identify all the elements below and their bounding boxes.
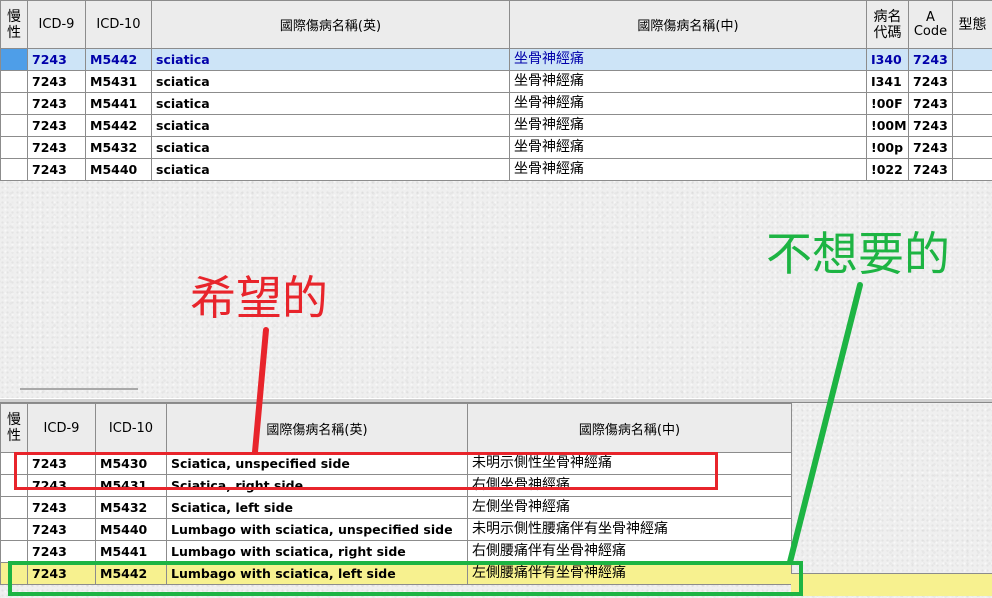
disease-code-cell[interactable]: I341 (866, 70, 909, 93)
row-chronic-cell[interactable] (0, 496, 28, 519)
name-en-cell[interactable]: Lumbago with sciatica, unspecified side (166, 518, 468, 541)
disease-code-cell[interactable]: !022 (866, 158, 909, 181)
col-header-icd10[interactable]: ICD-10 (85, 0, 152, 49)
name-zh-cell[interactable]: 坐骨神經痛 (509, 114, 867, 137)
name-zh-cell[interactable]: 坐骨神經痛 (509, 158, 867, 181)
type-cell[interactable] (952, 70, 992, 93)
table-row[interactable]: 7243 M5442 sciatica 坐骨神經痛 I340 7243 (0, 48, 992, 71)
a-code-cell[interactable]: 7243 (908, 114, 953, 137)
icd9-cell[interactable]: 7243 (27, 92, 86, 115)
table-row[interactable]: 7243 M5432 sciatica 坐骨神經痛 !00p 7243 (0, 136, 992, 159)
col-header-name-en[interactable]: 國際傷病名稱(英) (151, 0, 510, 49)
name-zh-cell[interactable]: 坐骨神經痛 (509, 48, 867, 71)
col-header-type[interactable]: 型態 (952, 0, 992, 49)
wanted-annotation-label: 希望的 (190, 271, 328, 325)
table-row[interactable]: 7243 M5441 Lumbago with sciatica, right … (0, 540, 792, 563)
icd9-cell[interactable]: 7243 (27, 540, 96, 563)
icd9-cell[interactable]: 7243 (27, 518, 96, 541)
icd10-cell[interactable]: M5440 (85, 158, 152, 181)
type-cell[interactable] (952, 158, 992, 181)
name-en-cell[interactable]: sciatica (151, 136, 510, 159)
a-code-line1: A (926, 9, 935, 25)
wanted-row-highlight-box (14, 452, 718, 490)
row-chronic-cell[interactable] (0, 48, 28, 71)
name-zh-cell[interactable]: 坐骨神經痛 (509, 92, 867, 115)
icd10-cell[interactable]: M5441 (95, 540, 167, 563)
name-en-cell[interactable]: sciatica (151, 158, 510, 181)
type-cell[interactable] (952, 136, 992, 159)
col-header-name-zh[interactable]: 國際傷病名稱(中) (509, 0, 867, 49)
col-header-chronic[interactable]: 慢性 (0, 403, 28, 453)
top-results-table: 慢性 ICD-9 ICD-10 國際傷病名稱(英) 國際傷病名稱(中) 病名代碼… (0, 0, 992, 181)
row-chronic-cell[interactable] (0, 540, 28, 563)
a-code-line2: Code (913, 23, 948, 39)
table-row[interactable]: 7243 M5442 sciatica 坐骨神經痛 !00M 7243 (0, 114, 992, 137)
col-header-disease-code[interactable]: 病名代碼 (866, 0, 909, 49)
top-results-pane: 慢性 ICD-9 ICD-10 國際傷病名稱(英) 國際傷病名稱(中) 病名代碼… (0, 0, 992, 398)
col-header-icd10[interactable]: ICD-10 (95, 403, 167, 453)
icd10-cell[interactable]: M5441 (85, 92, 152, 115)
icd10-cell[interactable]: M5442 (85, 48, 152, 71)
icd10-cell[interactable]: M5432 (85, 136, 152, 159)
row-chronic-cell[interactable] (0, 518, 28, 541)
table-row[interactable]: 7243 M5432 Sciatica, left side 左側坐骨神經痛 (0, 496, 792, 519)
name-en-cell[interactable]: sciatica (151, 70, 510, 93)
icd9-cell[interactable]: 7243 (27, 136, 86, 159)
row-chronic-cell[interactable] (0, 136, 28, 159)
col-header-name-en[interactable]: 國際傷病名稱(英) (166, 403, 468, 453)
name-en-cell[interactable]: sciatica (151, 48, 510, 71)
name-zh-cell[interactable]: 坐骨神經痛 (509, 136, 867, 159)
icd9-cell[interactable]: 7243 (27, 496, 96, 519)
row-chronic-cell[interactable] (0, 92, 28, 115)
icd9-cell[interactable]: 7243 (27, 114, 86, 137)
disease-code-cell[interactable]: I340 (866, 48, 909, 71)
row-chronic-cell[interactable] (0, 70, 28, 93)
icd10-cell[interactable]: M5431 (85, 70, 152, 93)
unwanted-annotation-label: 不想要的 (766, 227, 950, 281)
name-en-cell[interactable]: Lumbago with sciatica, right side (166, 540, 468, 563)
name-zh-cell[interactable]: 右側腰痛伴有坐骨神經痛 (467, 540, 792, 563)
name-zh-cell[interactable]: 左側坐骨神經痛 (467, 496, 792, 519)
col-header-icd9[interactable]: ICD-9 (27, 0, 86, 49)
type-cell[interactable] (952, 114, 992, 137)
unwanted-row-highlight-box (8, 561, 803, 596)
highlighted-row-extension (791, 573, 992, 596)
col-header-name-zh[interactable]: 國際傷病名稱(中) (467, 403, 792, 453)
disease-code-cell[interactable]: !00F (866, 92, 909, 115)
type-cell[interactable] (952, 48, 992, 71)
horizontal-scrollbar-thumb[interactable] (20, 388, 138, 390)
bottom-table-header-row: 慢性 ICD-9 ICD-10 國際傷病名稱(英) 國際傷病名稱(中) (0, 403, 792, 453)
table-row[interactable]: 7243 M5441 sciatica 坐骨神經痛 !00F 7243 (0, 92, 992, 115)
a-code-cell[interactable]: 7243 (908, 158, 953, 181)
table-row[interactable]: 7243 M5440 Lumbago with sciatica, unspec… (0, 518, 792, 541)
top-table-header-row: 慢性 ICD-9 ICD-10 國際傷病名稱(英) 國際傷病名稱(中) 病名代碼… (0, 0, 992, 49)
a-code-cell[interactable]: 7243 (908, 136, 953, 159)
bottom-results-table: 慢性 ICD-9 ICD-10 國際傷病名稱(英) 國際傷病名稱(中) 7243… (0, 403, 792, 585)
a-code-cell[interactable]: 7243 (908, 48, 953, 71)
col-header-icd9[interactable]: ICD-9 (27, 403, 96, 453)
disease-code-cell[interactable]: !00p (866, 136, 909, 159)
name-zh-cell[interactable]: 未明示側性腰痛伴有坐骨神經痛 (467, 518, 792, 541)
table-row[interactable]: 7243 M5431 sciatica 坐骨神經痛 I341 7243 (0, 70, 992, 93)
name-en-cell[interactable]: sciatica (151, 92, 510, 115)
table-row[interactable]: 7243 M5440 sciatica 坐骨神經痛 !022 7243 (0, 158, 992, 181)
a-code-cell[interactable]: 7243 (908, 70, 953, 93)
row-chronic-cell[interactable] (0, 158, 28, 181)
icd9-cell[interactable]: 7243 (27, 158, 86, 181)
icd10-cell[interactable]: M5432 (95, 496, 167, 519)
icd10-cell[interactable]: M5442 (85, 114, 152, 137)
disease-code-cell[interactable]: !00M (866, 114, 909, 137)
a-code-cell[interactable]: 7243 (908, 92, 953, 115)
row-chronic-cell[interactable] (0, 114, 28, 137)
icd10-cell[interactable]: M5440 (95, 518, 167, 541)
icd9-cell[interactable]: 7243 (27, 48, 86, 71)
name-zh-cell[interactable]: 坐骨神經痛 (509, 70, 867, 93)
col-header-a-code[interactable]: A Code (908, 0, 953, 49)
name-en-cell[interactable]: sciatica (151, 114, 510, 137)
icd9-cell[interactable]: 7243 (27, 70, 86, 93)
col-header-chronic[interactable]: 慢性 (0, 0, 28, 49)
name-en-cell[interactable]: Sciatica, left side (166, 496, 468, 519)
type-cell[interactable] (952, 92, 992, 115)
